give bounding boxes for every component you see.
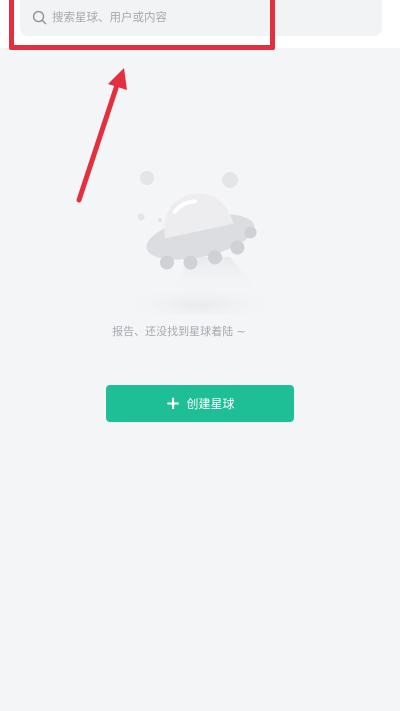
- empty-state-text: 报告、还没找到星球着陆 ~: [112, 325, 246, 338]
- empty-state-message: 报告、还没找到星球着陆 ~: [0, 323, 400, 339]
- highlight-box: [9, 0, 275, 50]
- create-planet-label: 创建星球: [186, 397, 235, 411]
- ufo-illustration: [120, 171, 280, 315]
- create-planet-button[interactable]: + 创建星球: [106, 385, 294, 422]
- plus-icon: +: [165, 392, 181, 414]
